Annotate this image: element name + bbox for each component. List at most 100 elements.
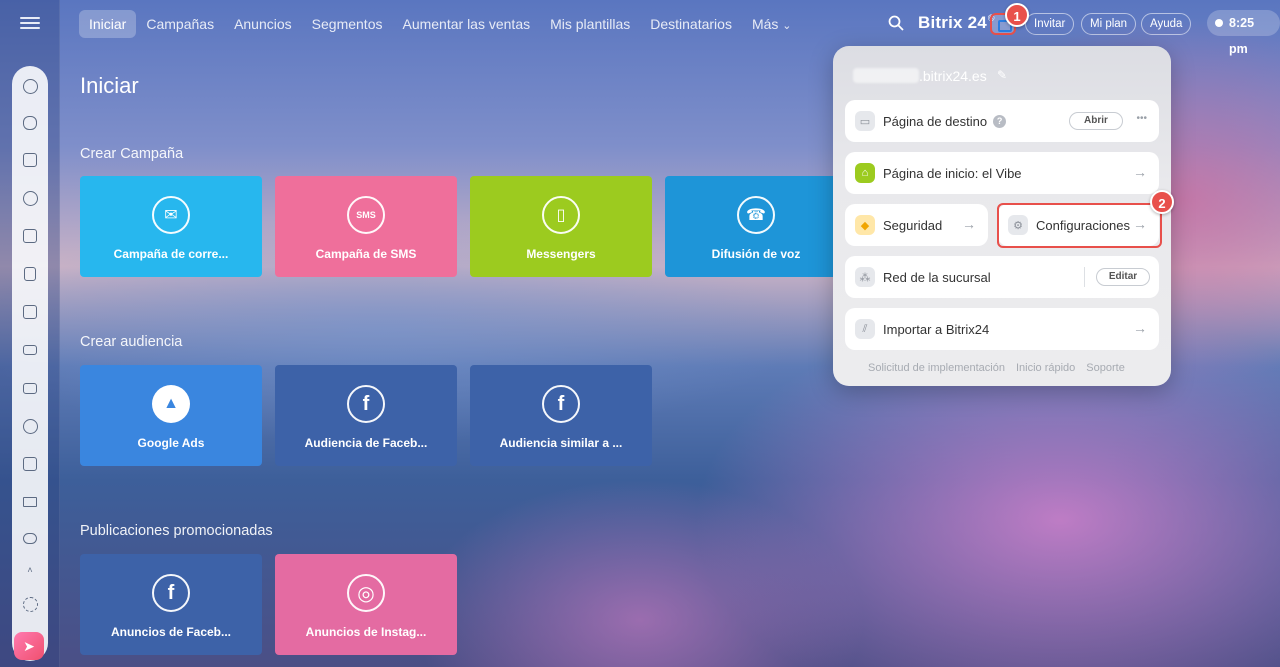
invite-button[interactable]: Invitar [1025, 13, 1075, 35]
nav-iniciar[interactable]: Iniciar [79, 10, 137, 38]
tasks-icon[interactable] [20, 454, 40, 474]
portal-domain: .bitrix24.es [853, 68, 987, 84]
portal-popup: .bitrix24.es ✎ ▭ Página de destino ? Abr… [833, 46, 1171, 386]
my-plan-button[interactable]: Mi plan [1081, 13, 1137, 35]
calendar-icon[interactable] [20, 226, 40, 246]
robot-icon[interactable] [20, 528, 40, 548]
clock-button[interactable]: 8:25 pm [1207, 10, 1280, 56]
shield-icon: ◆ [855, 215, 875, 235]
domain-text: .bitrix24.es [919, 68, 987, 84]
arrow-right-icon: → [962, 216, 976, 232]
help-icon[interactable]: ? [993, 114, 1007, 128]
brand-logo[interactable]: Bitrix 24© [918, 13, 995, 33]
redacted-subdomain [853, 68, 919, 83]
left-sidebar: ˄ ➤ [0, 0, 60, 667]
nav-destinatarios[interactable]: Destinatarios [640, 10, 742, 38]
tile-label: Messengers [526, 247, 596, 261]
tile-label: Anuncios de Faceb... [110, 625, 232, 639]
email-icon: ✉ [152, 196, 190, 234]
more-icon[interactable]: ••• [1136, 113, 1147, 124]
tile-label: Audiencia similar a ... [499, 436, 623, 450]
rocket-icon[interactable]: ➤ [14, 632, 44, 660]
facebook-icon: f [347, 385, 385, 423]
facebook-icon: f [152, 574, 190, 612]
settings-gear-icon[interactable] [20, 594, 40, 614]
tile-facebook-audience[interactable]: f Audiencia de Faceb... [275, 365, 457, 466]
feed-icon[interactable] [20, 150, 40, 170]
section-title-crear-audiencia: Crear audiencia [80, 334, 183, 350]
security-label: Seguridad [883, 217, 943, 233]
popup-footer-links: Solicitud de implementación Inicio rápid… [868, 362, 1125, 374]
sms-icon: SMS [347, 196, 385, 234]
tile-label: Google Ads [137, 436, 205, 450]
tile-messengers[interactable]: ▯ Messengers [470, 176, 652, 277]
facebook-icon: f [542, 385, 580, 423]
card-icon[interactable] [20, 340, 40, 360]
divider [1084, 267, 1085, 287]
tile-google-ads[interactable]: ▲ Google Ads [80, 365, 262, 466]
nav-segmentos[interactable]: Segmentos [302, 10, 393, 38]
home-page-card[interactable]: ⌂ Página de inicio: el Vibe → [845, 152, 1159, 194]
phone-icon: ▯ [542, 196, 580, 234]
landing-page-icon: ▭ [855, 111, 875, 131]
arrow-right-icon: → [1133, 164, 1147, 180]
tile-lookalike-audience[interactable]: f Audiencia similar a ... [470, 365, 652, 466]
instagram-icon: ◎ [347, 574, 385, 612]
menu-icon[interactable] [20, 14, 40, 32]
tile-label: Difusión de voz [711, 247, 801, 261]
tile-label: Campaña de SMS [315, 247, 417, 261]
section-title-crear-campana: Crear Campaña [80, 146, 184, 162]
document-icon[interactable] [20, 264, 40, 284]
section-title-publicaciones: Publicaciones promocionadas [80, 523, 273, 539]
step-badge-2: 2 [1150, 190, 1174, 214]
landing-page-card[interactable]: ▭ Página de destino ? Abrir ••• [845, 100, 1159, 142]
nav-mas-label: Más [751, 16, 779, 32]
collapse-chevron-icon[interactable]: ˄ [20, 560, 40, 580]
import-icon: ⫽ [855, 319, 875, 339]
home-icon: ⌂ [855, 163, 875, 183]
nav-aumentar-ventas[interactable]: Aumentar las ventas [392, 10, 540, 38]
edit-pencil-icon[interactable]: ✎ [997, 68, 1007, 82]
branch-network-label: Red de la sucursal [883, 269, 991, 285]
activity-icon[interactable] [20, 76, 40, 96]
tile-label: Campaña de corre... [113, 247, 229, 261]
tile-facebook-ads[interactable]: f Anuncios de Faceb... [80, 554, 262, 655]
landing-page-label: Página de destino [883, 113, 988, 129]
security-card[interactable]: ◆ Seguridad → [845, 204, 988, 246]
tile-instagram-ads[interactable]: ◎ Anuncios de Instag... [275, 554, 457, 655]
filter-icon[interactable] [20, 492, 40, 512]
top-bar: Iniciar Campañas Anuncios Segmentos Aume… [60, 0, 1280, 56]
network-icon: ⁂ [855, 267, 875, 287]
open-button[interactable]: Abrir [1069, 112, 1123, 130]
mail-icon[interactable] [20, 378, 40, 398]
tile-voice-broadcast[interactable]: ☎ Difusión de voz [665, 176, 847, 277]
search-icon[interactable] [888, 15, 904, 31]
nav-mas[interactable]: Más ⌄ [742, 10, 802, 38]
nav-anuncios[interactable]: Anuncios [224, 10, 302, 38]
tile-email-campaign[interactable]: ✉ Campaña de corre... [80, 176, 262, 277]
implementation-request-link[interactable]: Solicitud de implementación [868, 362, 1005, 374]
home-page-label: Página de inicio: el Vibe [883, 165, 1022, 181]
support-link[interactable]: Soporte [1086, 362, 1125, 374]
branch-network-card[interactable]: ⁂ Red de la sucursal Editar [845, 256, 1159, 298]
arrow-right-icon: → [1133, 320, 1147, 336]
contacts-icon[interactable] [20, 416, 40, 436]
import-card[interactable]: ⫽ Importar a Bitrix24 → [845, 308, 1159, 350]
sidebar-app-panel: ˄ [12, 66, 48, 661]
settings-highlight [997, 203, 1162, 248]
crm-icon[interactable] [20, 188, 40, 208]
chat-icon[interactable] [20, 113, 40, 133]
nav-campanas[interactable]: Campañas [136, 10, 224, 38]
tile-label: Anuncios de Instag... [305, 625, 427, 639]
page-title: Iniciar [80, 73, 139, 98]
voice-call-icon: ☎ [737, 196, 775, 234]
nav-mis-plantillas[interactable]: Mis plantillas [540, 10, 640, 38]
tile-sms-campaign[interactable]: SMS Campaña de SMS [275, 176, 457, 277]
help-button[interactable]: Ayuda [1141, 13, 1192, 35]
import-label: Importar a Bitrix24 [883, 321, 990, 337]
step-badge-1: 1 [1005, 3, 1029, 27]
board-icon[interactable] [20, 302, 40, 322]
quick-start-link[interactable]: Inicio rápido [1016, 362, 1075, 374]
edit-button[interactable]: Editar [1096, 268, 1150, 286]
brand-name: Bitrix 24 [918, 13, 987, 32]
